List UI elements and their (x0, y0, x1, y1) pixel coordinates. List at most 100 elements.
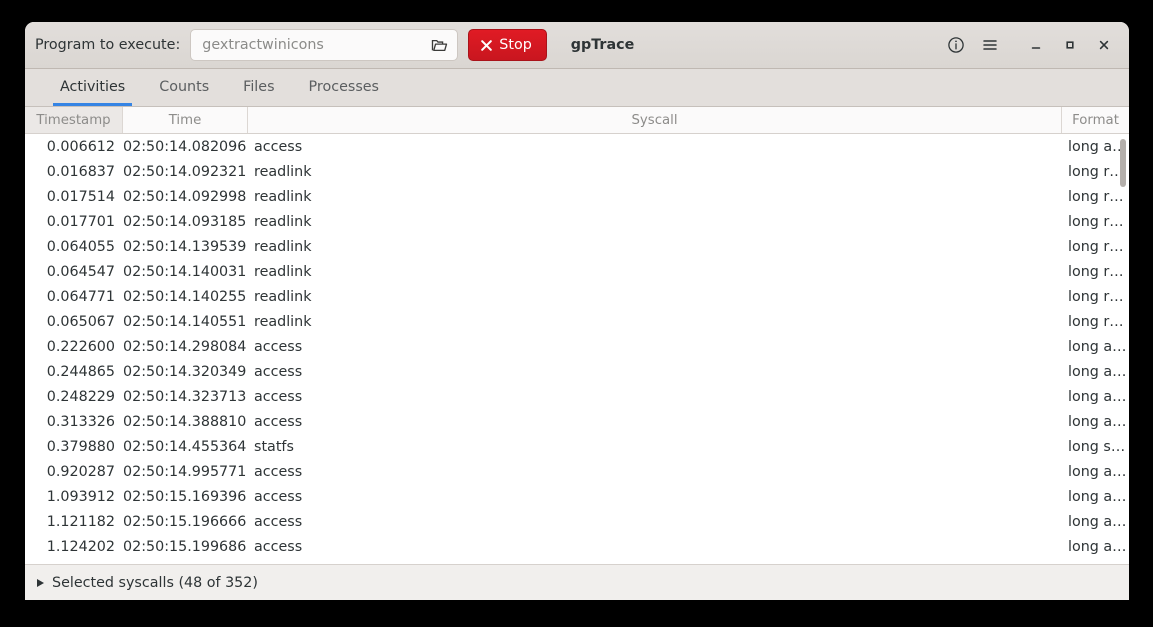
table-row[interactable]: 1.093912 02:50:15.169396 access long a… (25, 484, 1129, 509)
window-close-icon[interactable] (1087, 28, 1121, 62)
tab-activities-label: Activities (60, 79, 126, 95)
open-folder-icon[interactable] (426, 32, 452, 58)
table-row[interactable]: 1.121182 02:50:15.196666 access long a… (25, 509, 1129, 534)
cell-format: long a… (1068, 388, 1127, 405)
cell-format: long r… (1068, 263, 1124, 280)
cell-format: long a… (1068, 338, 1127, 355)
tab-activities[interactable]: Activities (43, 68, 142, 106)
program-input[interactable] (202, 37, 427, 53)
cell-time: 02:50:14.298084 (123, 338, 247, 355)
tab-counts[interactable]: Counts (142, 68, 226, 106)
cell-timestamp: 0.222600 (46, 338, 115, 355)
close-x-icon (481, 39, 493, 51)
cell-timestamp: 0.313326 (46, 413, 115, 430)
tab-counts-label: Counts (159, 79, 210, 95)
column-header-time-label: Time (168, 112, 202, 128)
cell-syscall: readlink (254, 238, 312, 255)
cell-syscall: statfs (254, 438, 294, 455)
tab-processes[interactable]: Processes (292, 68, 396, 106)
table-row[interactable]: 0.244865 02:50:14.320349 access long a… (25, 359, 1129, 384)
selected-syscalls-expander[interactable]: Selected syscalls (48 of 352) (37, 575, 258, 591)
cell-timestamp: 0.248229 (46, 388, 115, 405)
program-entry[interactable] (190, 29, 459, 61)
cell-syscall: access (254, 513, 303, 530)
cell-timestamp: 1.121182 (46, 513, 115, 530)
cell-format: long a… (1068, 538, 1127, 555)
cell-timestamp: 0.065067 (46, 313, 115, 330)
table-row[interactable]: 0.248229 02:50:14.323713 access long a… (25, 384, 1129, 409)
tab-files-label: Files (243, 79, 275, 95)
cell-timestamp: 0.064055 (46, 238, 115, 255)
selected-syscalls-label: Selected syscalls (48 of 352) (52, 574, 258, 591)
cell-timestamp: 0.017514 (46, 188, 115, 205)
column-header-timestamp-label: Timestamp (36, 112, 111, 128)
cell-time: 02:50:15.169396 (123, 488, 247, 505)
cell-timestamp: 0.017701 (46, 213, 115, 230)
table-row[interactable]: 0.065067 02:50:14.140551 readlink long r… (25, 309, 1129, 334)
cell-time: 02:50:14.140031 (123, 263, 247, 280)
table-row[interactable]: 0.006612 02:50:14.082096 access long a… (25, 134, 1129, 159)
cell-time: 02:50:15.196666 (123, 513, 247, 530)
table-row[interactable]: 0.064055 02:50:14.139539 readlink long r… (25, 234, 1129, 259)
cell-time: 02:50:14.455364 (123, 438, 247, 455)
column-header-format-label: Format (1072, 112, 1119, 128)
cell-format: long s… (1068, 438, 1126, 455)
info-circle-icon[interactable] (939, 28, 973, 62)
table-row[interactable]: 0.017701 02:50:14.093185 readlink long r… (25, 209, 1129, 234)
cell-timestamp: 0.244865 (46, 363, 115, 380)
triangle-right-icon (37, 578, 44, 587)
app-window: Program to execute: Stop gpTrace (25, 22, 1129, 600)
column-header-time[interactable]: Time (123, 107, 248, 133)
cell-format: long r… (1068, 188, 1124, 205)
header-bar: Program to execute: Stop gpTrace (25, 22, 1129, 69)
column-header-timestamp[interactable]: Timestamp (25, 107, 123, 133)
cell-syscall: readlink (254, 288, 312, 305)
table-row[interactable]: 0.017514 02:50:14.092998 readlink long r… (25, 184, 1129, 209)
cell-syscall: access (254, 538, 303, 555)
stop-button-label: Stop (499, 37, 532, 53)
cell-syscall: access (254, 138, 303, 155)
cell-syscall: access (254, 388, 303, 405)
cell-time: 02:50:14.388810 (123, 413, 247, 430)
table-row[interactable]: 0.920287 02:50:14.995771 access long a… (25, 459, 1129, 484)
cell-timestamp: 0.006612 (46, 138, 115, 155)
table-body[interactable]: 0.006612 02:50:14.082096 access long a… 0.01… (25, 134, 1129, 564)
table-row[interactable]: 0.313326 02:50:14.388810 access long a… (25, 409, 1129, 434)
tab-bar: Activities Counts Files Processes (25, 69, 1129, 107)
table-row[interactable]: 0.222600 02:50:14.298084 access long a… (25, 334, 1129, 359)
cell-time: 02:50:14.140255 (123, 288, 247, 305)
maximize-icon[interactable] (1053, 28, 1087, 62)
cell-format: long r… (1068, 288, 1124, 305)
cell-time: 02:50:14.140551 (123, 313, 247, 330)
cell-format: long a… (1068, 488, 1127, 505)
cell-format: long r… (1068, 313, 1124, 330)
minimize-icon[interactable] (1019, 28, 1053, 62)
stop-button[interactable]: Stop (468, 29, 547, 61)
cell-format: long a… (1068, 138, 1127, 155)
table-row[interactable]: 0.064547 02:50:14.140031 readlink long r… (25, 259, 1129, 284)
column-header-syscall-label: Syscall (631, 112, 678, 128)
cell-time: 02:50:15.199686 (123, 538, 247, 555)
cell-format: long a… (1068, 413, 1127, 430)
vertical-scrollbar-thumb[interactable] (1120, 139, 1126, 187)
tab-files[interactable]: Files (226, 68, 291, 106)
cell-syscall: readlink (254, 188, 312, 205)
cell-time: 02:50:14.092998 (123, 188, 247, 205)
column-header-format[interactable]: Format (1062, 107, 1129, 133)
table-row[interactable]: 0.016837 02:50:14.092321 readlink long r… (25, 159, 1129, 184)
table-row[interactable]: 1.124202 02:50:15.199686 access long a… (25, 534, 1129, 559)
tab-processes-label: Processes (308, 79, 380, 95)
cell-time: 02:50:14.139539 (123, 238, 247, 255)
table-row[interactable]: 0.379880 02:50:14.455364 statfs long s… (25, 434, 1129, 459)
cell-syscall: access (254, 413, 303, 430)
table-row[interactable]: 0.064771 02:50:14.140255 readlink long r… (25, 284, 1129, 309)
cell-time: 02:50:14.995771 (123, 463, 247, 480)
cell-time: 02:50:14.320349 (123, 363, 247, 380)
cell-timestamp: 0.064547 (46, 263, 115, 280)
cell-format: long r… (1068, 163, 1124, 180)
column-header-syscall[interactable]: Syscall (248, 107, 1062, 133)
cell-syscall: readlink (254, 213, 312, 230)
hamburger-menu-icon[interactable] (973, 28, 1007, 62)
cell-time: 02:50:14.082096 (123, 138, 247, 155)
cell-syscall: access (254, 338, 303, 355)
